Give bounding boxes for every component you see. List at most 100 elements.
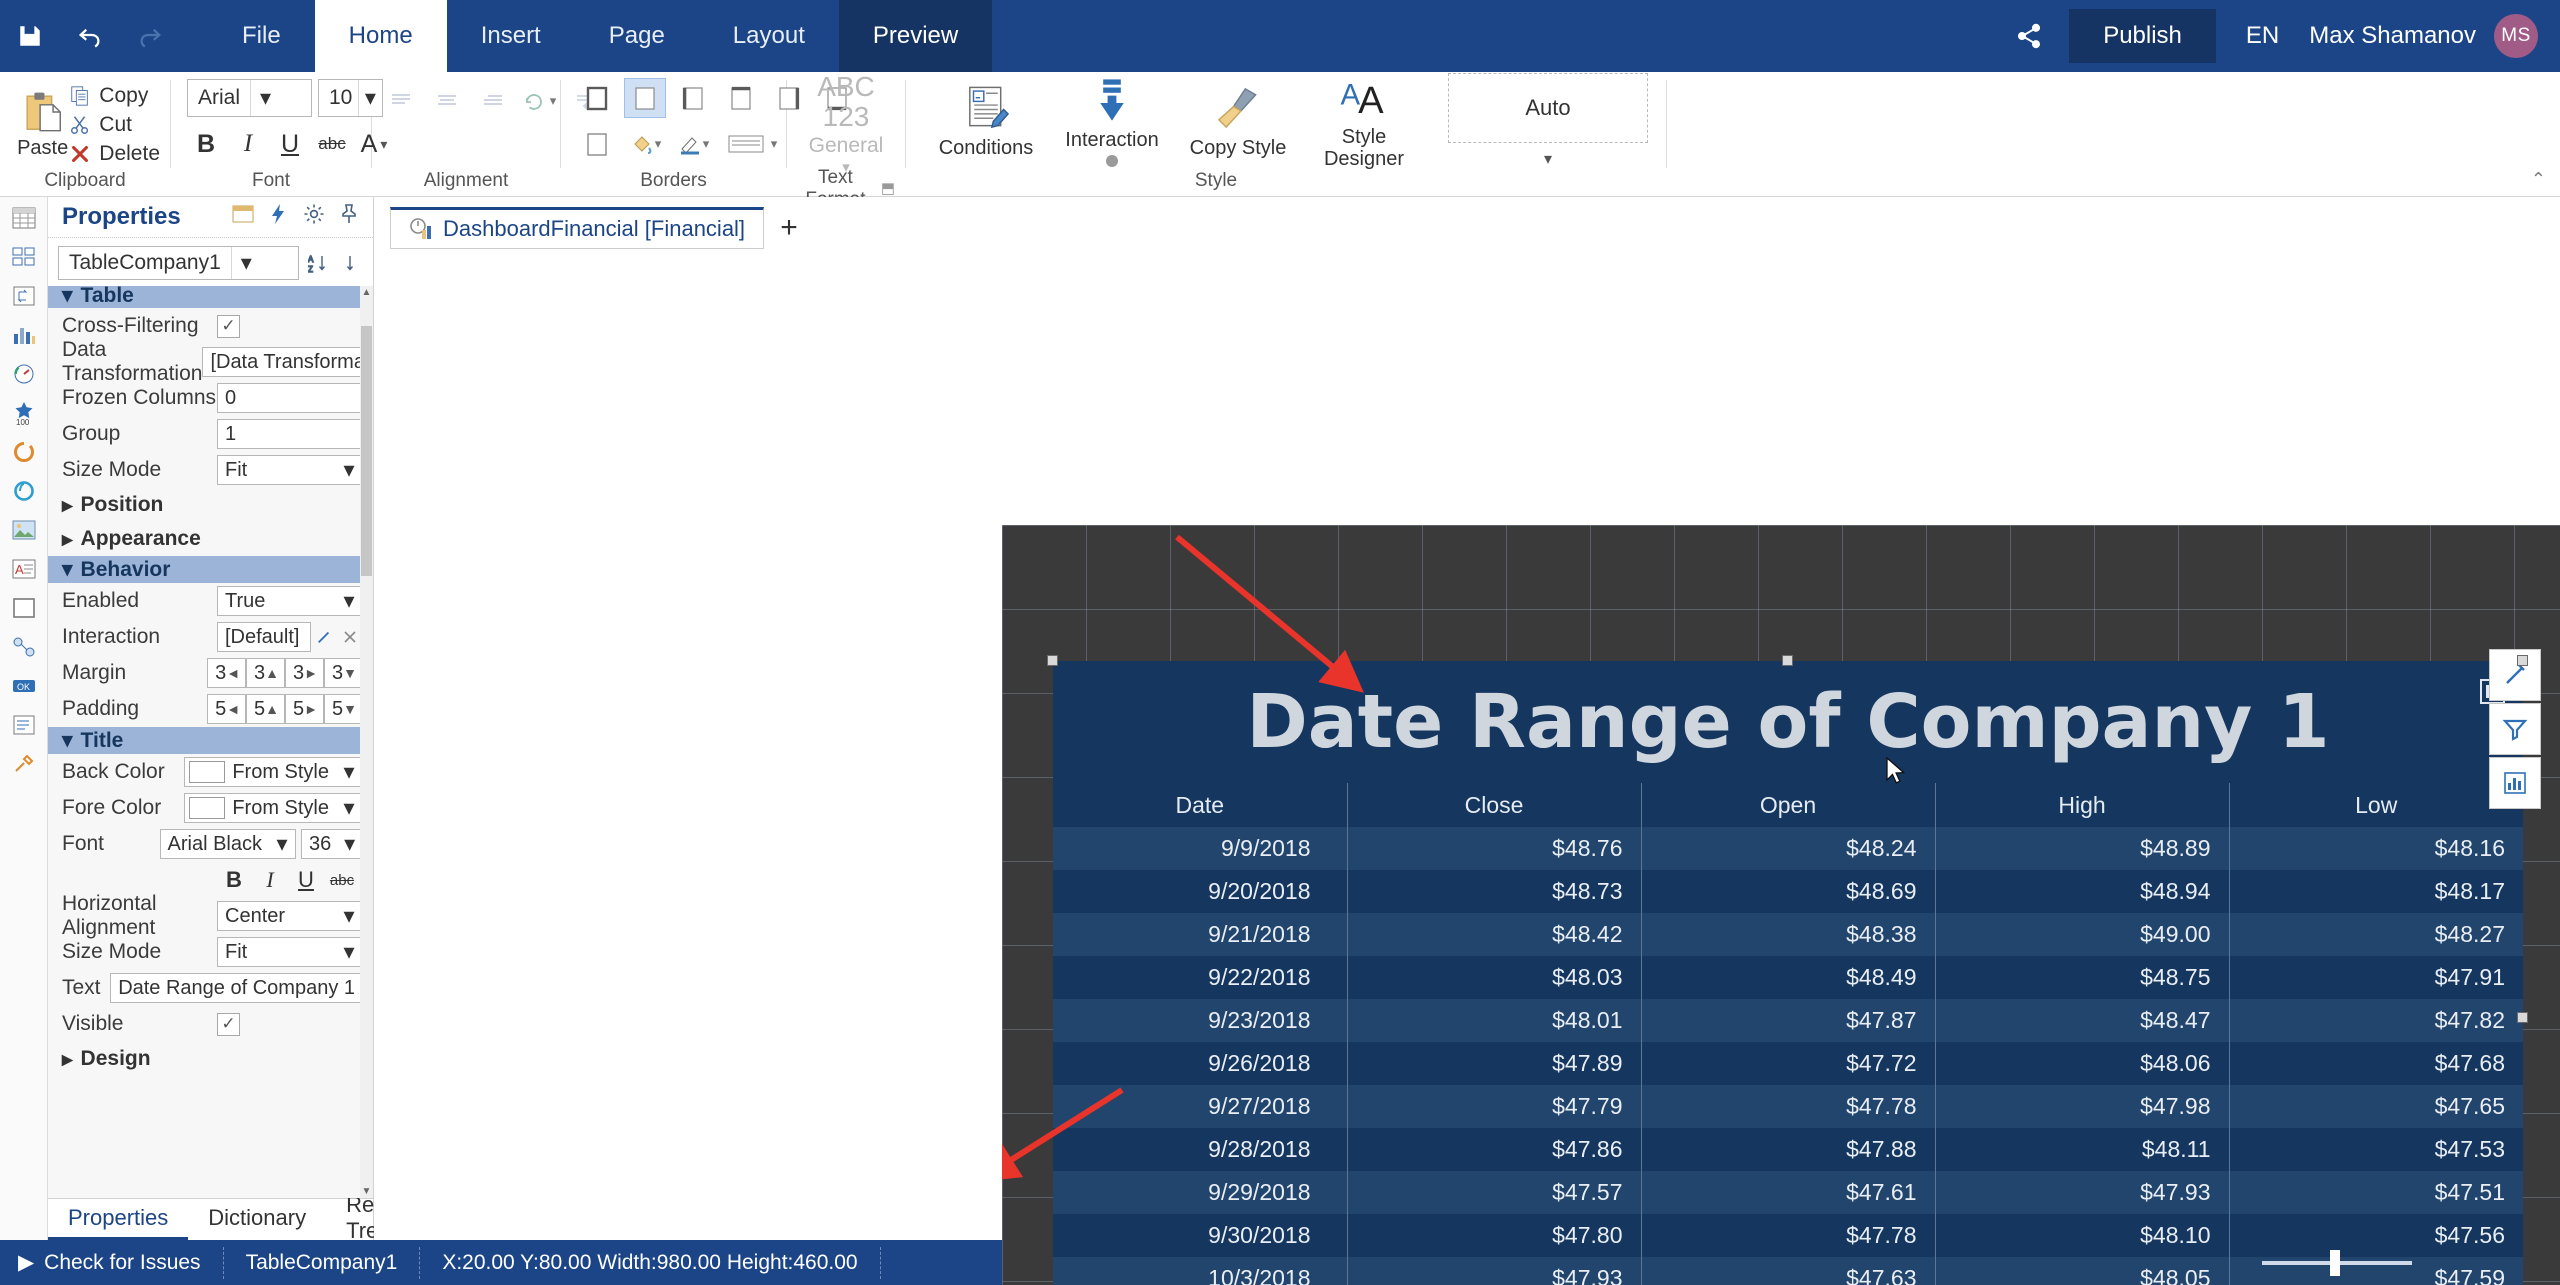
margin-top-stepper[interactable]: 3 ▲: [246, 658, 286, 688]
strikethrough-button[interactable]: abc: [313, 125, 351, 163]
tab-layout[interactable]: Layout: [699, 0, 839, 72]
horizontal-alignment-select[interactable]: Center ▾: [217, 901, 363, 931]
title-size-mode-select[interactable]: Fit ▾: [217, 937, 363, 967]
border-fill-color-button[interactable]: ▾: [625, 125, 665, 163]
edit-pencil-icon[interactable]: [2489, 649, 2541, 701]
cross-filtering-checkbox[interactable]: ✓: [217, 314, 240, 338]
table-row[interactable]: 9/26/2018 $47.89 $47.72 $48.06 $47.68: [1053, 1042, 2523, 1085]
table-widget[interactable]: Date Range of Company 1 Date Close Open …: [1053, 649, 2541, 1285]
redo-icon[interactable]: [120, 0, 180, 72]
table-row[interactable]: 9/29/2018 $47.57 $47.61 $47.93 $47.51: [1053, 1171, 2523, 1214]
title-visible-checkbox[interactable]: ✓: [217, 1012, 240, 1036]
share-icon[interactable]: [1989, 22, 2069, 50]
pin-icon[interactable]: [339, 203, 359, 231]
table-row[interactable]: 9/23/2018 $48.01 $47.87 $48.47 $47.82: [1053, 999, 2523, 1042]
avatar[interactable]: MS: [2494, 14, 2538, 58]
back-color-select[interactable]: From Style ▾: [184, 757, 363, 787]
section-table[interactable]: ▾ Table: [48, 286, 373, 308]
copy-button[interactable]: Copy: [69, 84, 160, 108]
section-position[interactable]: ▸ Position: [48, 488, 373, 522]
copy-style-button[interactable]: Copy Style: [1178, 83, 1298, 159]
section-title[interactable]: ▾ Title: [48, 727, 373, 754]
tab-home[interactable]: Home: [314, 0, 447, 72]
shape-component-icon[interactable]: [7, 632, 41, 662]
sort-az-icon[interactable]: AZ: [305, 248, 331, 278]
italic-button[interactable]: I: [229, 125, 267, 163]
indicator-component-icon[interactable]: 100: [7, 398, 41, 428]
button-component-icon[interactable]: OK: [7, 671, 41, 701]
table-row[interactable]: 9/27/2018 $47.79 $47.78 $47.98 $47.65: [1053, 1085, 2523, 1128]
tab-preview[interactable]: Preview: [838, 0, 993, 72]
text-format-select[interactable]: ABC 123 General ▾: [797, 72, 895, 177]
edit-pencil-icon[interactable]: [311, 622, 337, 652]
events-lightning-icon[interactable]: [269, 203, 289, 231]
tab-properties[interactable]: Properties: [48, 1199, 189, 1240]
padding-top-stepper[interactable]: 5 ▲: [246, 694, 286, 724]
grid-component-icon[interactable]: [7, 242, 41, 272]
border-line-color-button[interactable]: ▾: [673, 125, 713, 163]
group-input[interactable]: 1: [217, 419, 363, 449]
select-object-icon[interactable]: [231, 203, 255, 231]
properties-scrollbar[interactable]: ▲ ▼: [360, 286, 373, 1198]
pivot-component-icon[interactable]: [7, 281, 41, 311]
table-row[interactable]: 9/28/2018 $47.86 $47.88 $48.11 $47.53: [1053, 1128, 2523, 1171]
cut-button[interactable]: Cut: [69, 113, 160, 137]
title-font-size-select[interactable]: 36 ▾: [301, 829, 363, 859]
tools-component-icon[interactable]: [7, 749, 41, 779]
text-rotate-button[interactable]: ▾: [520, 84, 558, 118]
section-appearance[interactable]: ▸ Appearance: [48, 522, 373, 556]
padding-bottom-stepper[interactable]: 5 ▼: [324, 694, 363, 724]
bold-button[interactable]: B: [187, 125, 225, 163]
user-name[interactable]: Max Shamanov: [2309, 22, 2494, 50]
border-none-button[interactable]: [624, 78, 666, 118]
section-behavior[interactable]: ▾ Behavior: [48, 556, 373, 583]
scroll-up-arrow-icon[interactable]: ▲: [361, 286, 372, 299]
zoom-slider-thumb[interactable]: [2330, 1249, 2340, 1276]
underline-button[interactable]: U: [271, 125, 309, 163]
chevron-down-icon[interactable]: ▾: [1544, 149, 1552, 169]
column-header-close[interactable]: Close: [1347, 783, 1642, 827]
tab-file[interactable]: File: [208, 0, 315, 72]
table-row[interactable]: 9/9/2018 $48.76 $48.24 $48.89 $48.16: [1053, 827, 2523, 870]
collapse-ribbon-icon[interactable]: ⌃: [2531, 169, 2546, 190]
check-for-issues-button[interactable]: ▶ Check for Issues: [0, 1246, 224, 1279]
tab-insert[interactable]: Insert: [447, 0, 575, 72]
fore-color-select[interactable]: From Style ▾: [184, 793, 363, 823]
conditions-button[interactable]: Conditions: [926, 83, 1046, 159]
style-select[interactable]: Auto: [1448, 73, 1648, 143]
table-row[interactable]: 9/20/2018 $48.73 $48.69 $48.94 $48.17: [1053, 870, 2523, 913]
resize-handle-nw[interactable]: [1047, 655, 1058, 666]
column-header-high[interactable]: High: [1935, 783, 2230, 827]
tab-dictionary[interactable]: Dictionary: [188, 1199, 326, 1240]
column-header-low[interactable]: Low: [2229, 783, 2523, 827]
section-design[interactable]: ▸ Design: [48, 1042, 373, 1076]
gear-icon[interactable]: [303, 203, 325, 231]
resize-handle-ne[interactable]: [2517, 655, 2528, 666]
scrollbar-thumb[interactable]: [361, 326, 372, 576]
language-selector[interactable]: EN: [2216, 22, 2309, 50]
margin-left-stepper[interactable]: 3 ◄: [207, 658, 247, 688]
title-strikethrough-button[interactable]: abc: [325, 865, 359, 895]
resize-handle-e[interactable]: [2517, 1012, 2528, 1023]
tab-page[interactable]: Page: [575, 0, 699, 72]
publish-button[interactable]: Publish: [2069, 9, 2216, 63]
title-bold-button[interactable]: B: [217, 865, 251, 895]
title-underline-button[interactable]: U: [289, 865, 323, 895]
text-component-icon[interactable]: A: [7, 554, 41, 584]
align-bottom-button[interactable]: [474, 84, 512, 118]
margin-right-stepper[interactable]: 3 ►: [285, 658, 325, 688]
padding-right-stepper[interactable]: 5 ►: [285, 694, 325, 724]
interaction-input[interactable]: [Default]: [217, 622, 311, 652]
report-page[interactable]: Date Range of Company 1 Date Close Open …: [1002, 525, 2560, 1285]
paste-button[interactable]: Paste: [16, 83, 69, 160]
margin-bottom-stepper[interactable]: 3 ▼: [324, 658, 363, 688]
progress-component-icon[interactable]: [7, 437, 41, 467]
align-top-button[interactable]: [382, 84, 420, 118]
sort-category-icon[interactable]: [337, 248, 363, 278]
zoom-slider[interactable]: [2262, 1249, 2412, 1276]
data-transformation-input[interactable]: [Data Transformation]: [202, 347, 373, 377]
panel-component-icon[interactable]: [7, 593, 41, 623]
border-left-button[interactable]: [673, 79, 713, 117]
resize-handle-n[interactable]: [1782, 655, 1793, 666]
column-header-date[interactable]: Date: [1053, 783, 1348, 827]
